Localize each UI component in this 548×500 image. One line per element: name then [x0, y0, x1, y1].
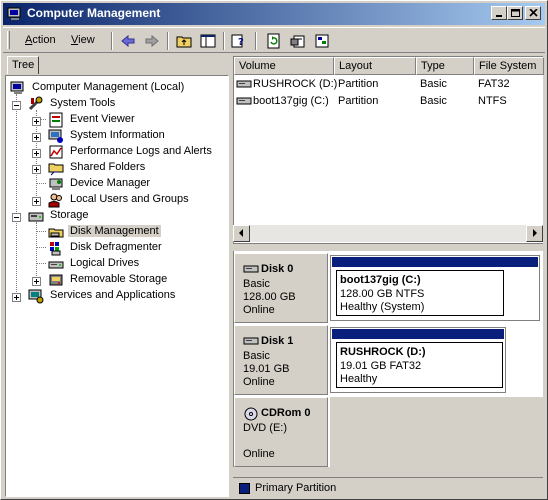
menu-action[interactable]: Action [25, 34, 56, 46]
svg-text:?: ? [238, 37, 244, 48]
defragmenter-icon [48, 240, 64, 256]
volume-layout: Partition [338, 95, 379, 107]
tab-tree[interactable]: Tree [7, 56, 39, 74]
expand-icon[interactable] [12, 293, 21, 302]
volume-file-system: NTFS [478, 95, 507, 107]
partition-legend: Primary Partition [233, 477, 543, 497]
table-row[interactable]: RUSHROCK (D:) Partition Basic FAT32 [234, 76, 544, 93]
menu-grip[interactable] [7, 31, 10, 49]
back-icon[interactable] [119, 32, 137, 50]
legend-label: Primary Partition [255, 482, 337, 494]
scroll-right-button[interactable] [526, 225, 543, 242]
toolbar-separator [167, 32, 169, 50]
event-viewer-icon [48, 112, 64, 128]
shared-folder-icon [48, 160, 64, 176]
tree-line [36, 247, 46, 248]
toolbar-separator [111, 32, 113, 50]
performance-logs-icon [48, 144, 64, 160]
tree-line [36, 231, 46, 232]
volume-list[interactable]: Volume Layout Type File System RUSHROCK … [233, 56, 544, 243]
tree-line [36, 263, 46, 264]
expand-icon[interactable] [32, 117, 41, 126]
tree-line [16, 94, 17, 294]
forward-icon[interactable] [143, 32, 161, 50]
expand-icon[interactable] [32, 165, 41, 174]
disk-row[interactable]: Disk 0 Basic 128.00 GB Online boot137gig… [234, 253, 544, 323]
volume-name: RUSHROCK (D:) [253, 78, 338, 90]
partition-detail: boot137gig (C:) 128.00 GB NTFS Healthy (… [336, 270, 504, 316]
disk-label[interactable]: Disk 0 Basic 128.00 GB Online [234, 253, 328, 323]
volume-type: Basic [420, 95, 447, 107]
drive-icon [236, 95, 252, 110]
computer-icon [10, 80, 26, 96]
tree-line [36, 183, 46, 184]
users-icon [48, 192, 64, 208]
refresh-icon[interactable] [265, 32, 283, 50]
services-icon [28, 288, 44, 304]
volume-file-system: FAT32 [478, 78, 510, 90]
drive-icon [236, 78, 252, 93]
collapse-icon[interactable] [12, 101, 21, 110]
expand-icon[interactable] [32, 149, 41, 158]
disk-label[interactable]: Disk 1 Basic 19.01 GB Online [234, 325, 328, 395]
volume-layout: Partition [338, 78, 379, 90]
properties-icon[interactable] [289, 32, 307, 50]
close-button[interactable] [525, 6, 541, 20]
minimize-button[interactable] [491, 6, 507, 20]
logical-drive-icon [48, 256, 64, 272]
toolbar-separator [255, 32, 257, 50]
removable-storage-icon [48, 272, 64, 288]
volume-type: Basic [420, 78, 447, 90]
column-header-file-system[interactable]: File System [474, 57, 544, 75]
title-bar[interactable]: Computer Management [3, 3, 545, 25]
menu-view[interactable]: View [71, 34, 95, 46]
primary-partition-bar [332, 329, 504, 339]
computer-management-icon [7, 6, 23, 22]
disk-row[interactable]: CDRom 0 DVD (E:) Online [234, 397, 544, 467]
partition-d[interactable]: RUSHROCK (D:) 19.01 GB FAT32 Healthy [330, 327, 506, 393]
hard-disk-icon [243, 335, 259, 350]
window-title: Computer Management [27, 6, 161, 20]
expand-icon[interactable] [32, 133, 41, 142]
table-row[interactable]: boot137gig (C:) Partition Basic NTFS [234, 93, 544, 110]
column-header-volume[interactable]: Volume [234, 57, 334, 75]
collapse-icon[interactable] [12, 213, 21, 222]
show-hide-tree-icon[interactable] [199, 32, 217, 50]
connect-icon[interactable] [313, 32, 331, 50]
menu-toolbar: Action View ? [3, 27, 545, 53]
up-folder-icon[interactable] [175, 32, 193, 50]
system-information-icon [48, 128, 64, 144]
horizontal-scrollbar[interactable] [233, 225, 543, 242]
pane-splitter-horizontal[interactable] [233, 243, 543, 251]
column-header-layout[interactable]: Layout [334, 57, 416, 75]
primary-partition-bar [332, 257, 538, 267]
legend-swatch [239, 483, 250, 494]
partition-detail: RUSHROCK (D:) 19.01 GB FAT32 Healthy [336, 342, 503, 388]
volume-name: boot137gig (C:) [253, 95, 329, 107]
maximize-button[interactable] [507, 6, 523, 20]
storage-icon [28, 208, 44, 224]
expand-icon[interactable] [32, 277, 41, 286]
toolbar-separator [223, 32, 225, 50]
disk-graphical-view[interactable]: Disk 0 Basic 128.00 GB Online boot137gig… [233, 251, 544, 467]
disk-management-icon [48, 224, 64, 240]
help-icon[interactable]: ? [229, 32, 247, 50]
tools-icon [28, 96, 44, 112]
computer-management-window: Computer Management Action View ? Tree C… [0, 0, 548, 500]
scroll-left-button[interactable] [233, 225, 250, 242]
expand-icon[interactable] [32, 197, 41, 206]
console-tree[interactable]: Computer Management (Local) System Tools… [5, 75, 229, 497]
cdrom-empty-area [330, 397, 544, 467]
disk-label[interactable]: CDRom 0 DVD (E:) Online [234, 397, 328, 467]
partition-c[interactable]: boot137gig (C:) 128.00 GB NTFS Healthy (… [330, 255, 540, 321]
column-header-type[interactable]: Type [416, 57, 474, 75]
disk-row[interactable]: Disk 1 Basic 19.01 GB Online RUSHROCK (D… [234, 325, 544, 395]
device-manager-icon [48, 176, 64, 192]
hard-disk-icon [243, 263, 259, 278]
